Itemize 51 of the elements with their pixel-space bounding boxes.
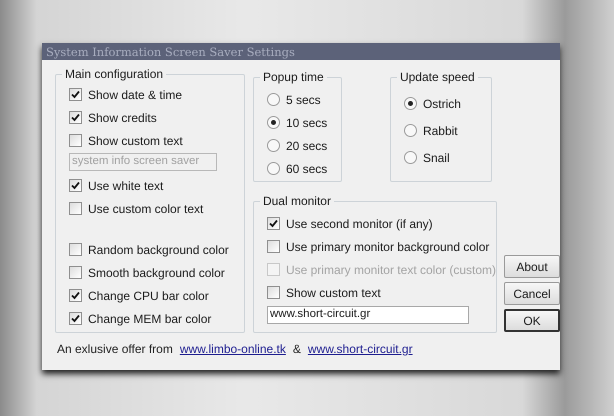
- radio-button[interactable]: [266, 116, 280, 129]
- credits-text: An exlusive offer from www.limbo-online.tk & www.short-circuit.gr: [57, 342, 414, 356]
- checkbox-label: Use custom color text: [88, 202, 204, 216]
- checkbox-label: Random background color: [88, 242, 229, 256]
- radio-label: Ostrich: [422, 96, 461, 110]
- checkbox-label: Smooth background color: [88, 266, 225, 280]
- checkbox-label: Use primary monitor text color (custom): [286, 262, 496, 276]
- checkbox-label: Change CPU bar color: [88, 288, 209, 302]
- checkbox-label: Use second monitor (if any): [286, 216, 433, 230]
- checkbox-label: Show date & time: [88, 88, 182, 102]
- text-field[interactable]: www.short-circuit.gr: [266, 306, 469, 324]
- checkbox[interactable]: [69, 88, 82, 101]
- link[interactable]: www.short-circuit.gr: [308, 342, 413, 356]
- checkbox[interactable]: [69, 312, 82, 325]
- checkbox-label: Use white text: [88, 178, 164, 192]
- checkbox-label: Show custom text: [286, 286, 381, 300]
- checkbox[interactable]: [69, 243, 82, 256]
- dialog-button[interactable]: About: [504, 255, 560, 278]
- radio-button[interactable]: [266, 93, 280, 106]
- checkbox[interactable]: [266, 240, 280, 253]
- group-title: Dual monitor: [262, 194, 332, 208]
- dialog-button[interactable]: OK: [504, 309, 560, 332]
- radio-label: Snail: [422, 150, 450, 164]
- window-title: System Information Screen Saver Settings: [46, 44, 295, 58]
- radio-label: 5 secs: [286, 92, 321, 106]
- checkbox[interactable]: [69, 134, 82, 147]
- radio-button[interactable]: [266, 139, 280, 152]
- group-title: Popup time: [262, 70, 325, 84]
- radio-button[interactable]: [266, 162, 280, 175]
- checkbox-label: Change MEM bar color: [88, 312, 212, 326]
- group-title: Main configuration: [64, 67, 164, 81]
- radio-button[interactable]: [404, 97, 417, 110]
- checkbox[interactable]: [69, 202, 82, 215]
- checkbox[interactable]: [69, 179, 82, 192]
- checkbox[interactable]: [266, 286, 280, 299]
- checkbox-label: Show credits: [88, 110, 157, 124]
- dialog-button[interactable]: Cancel: [504, 282, 560, 305]
- radio-label: 60 secs: [286, 162, 328, 176]
- checkbox[interactable]: [266, 217, 280, 230]
- link[interactable]: www.limbo-online.tk: [180, 342, 286, 356]
- checkbox[interactable]: [69, 111, 82, 124]
- radio-label: 20 secs: [286, 138, 328, 152]
- radio-label: 10 secs: [286, 116, 328, 130]
- checkbox[interactable]: [69, 289, 82, 302]
- checkbox-label: Show custom text: [88, 134, 183, 148]
- checkbox-label: Use primary monitor background color: [286, 240, 490, 254]
- group-title: Update speed: [398, 70, 476, 84]
- radio-button[interactable]: [404, 124, 417, 137]
- checkbox[interactable]: [69, 266, 82, 279]
- radio-label: Rabbit: [422, 124, 458, 138]
- radio-button[interactable]: [404, 151, 417, 164]
